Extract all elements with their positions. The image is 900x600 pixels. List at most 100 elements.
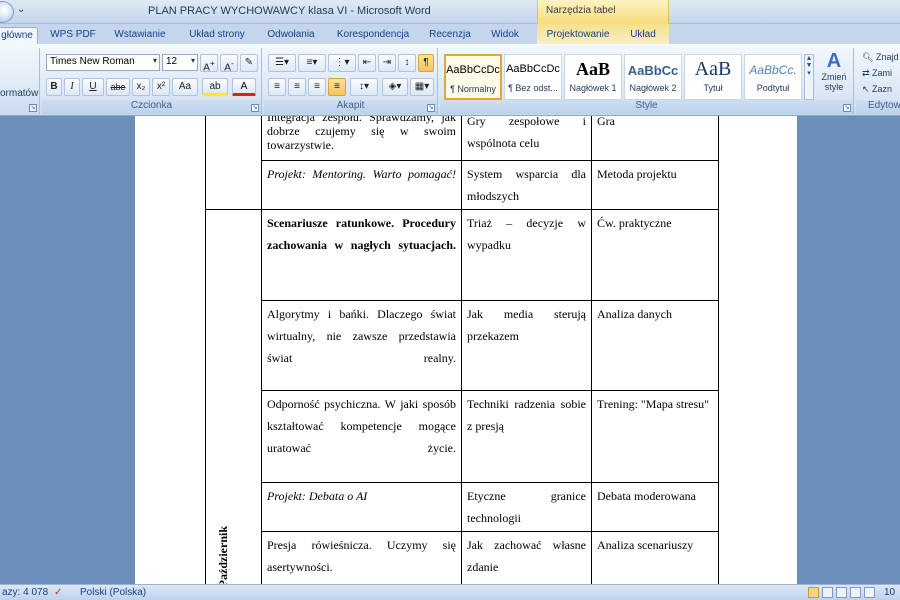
- strikethrough-button[interactable]: abe: [106, 78, 130, 96]
- table-row[interactable]: Integracja zespołu. Sprawdzamy, jak dobr…: [205, 116, 719, 210]
- web-layout-view-icon[interactable]: [836, 587, 847, 598]
- clear-format-icon[interactable]: ✎: [240, 54, 258, 72]
- table-cell[interactable]: Analiza danych: [591, 300, 719, 391]
- table-cell[interactable]: Analiza scenariuszy: [591, 531, 719, 584]
- borders-icon[interactable]: ▦▾: [410, 78, 434, 96]
- grow-font-button[interactable]: A+: [200, 54, 218, 73]
- table-cell[interactable]: Projekt: Debata o AI: [261, 482, 462, 532]
- word-count[interactable]: azy: 4 078: [2, 587, 48, 598]
- paragraph-launcher-icon[interactable]: ↘: [427, 104, 435, 112]
- change-case-button[interactable]: Aa: [172, 78, 198, 96]
- table-cell[interactable]: Presja rówieśnicza. Uczymy się asertywno…: [261, 531, 462, 584]
- shading-icon[interactable]: ◈▾: [382, 78, 408, 96]
- table-row[interactable]: Odporność psychiczna. W jaki sposób kszt…: [206, 390, 719, 483]
- style-no-spacing[interactable]: AaBbCcDc ¶ Bez odst...: [504, 54, 562, 100]
- table-cell[interactable]: Gry zespołowe i wspólnota celu: [461, 116, 592, 161]
- table-row[interactable]: Algorytmy i bańki. Dlaczego świat wirtua…: [206, 300, 719, 391]
- tab-review[interactable]: Recenzja: [424, 27, 476, 44]
- table-row[interactable]: Projekt: Debata o AI Etyczne granice tec…: [206, 482, 719, 532]
- table-cell[interactable]: Algorytmy i bańki. Dlaczego świat wirtua…: [261, 300, 462, 391]
- bold-button[interactable]: B: [46, 78, 62, 96]
- table-cell[interactable]: Gra: [591, 116, 719, 161]
- table-cell[interactable]: Jak zachować własne zdanie: [461, 531, 592, 584]
- table-row[interactable]: Październik Scenariusze ratunkowe. Proce…: [205, 209, 719, 584]
- replace-button[interactable]: ⇄ Zami: [862, 68, 892, 79]
- style-subtitle[interactable]: AaBbCc. Podtytuł: [744, 54, 802, 100]
- table-cell[interactable]: Techniki radzenia sobie z presją: [461, 390, 592, 483]
- tab-home[interactable]: główne: [0, 27, 38, 44]
- table-cell[interactable]: Jak media sterują przekazem: [461, 300, 592, 391]
- table-cell[interactable]: Triaż – decyzje w wypadku: [461, 209, 592, 301]
- align-center-icon[interactable]: ≡: [288, 78, 306, 96]
- plan-table[interactable]: Integracja zespołu. Sprawdzamy, jak dobr…: [205, 116, 719, 584]
- table-cell[interactable]: Debata moderowana: [591, 482, 719, 532]
- sort-icon[interactable]: ↕: [398, 54, 416, 72]
- outline-view-icon[interactable]: [850, 587, 861, 598]
- tab-wps-pdf[interactable]: WPS PDF: [46, 27, 100, 44]
- font-size-combo[interactable]: 12 ▾: [162, 54, 198, 71]
- proofing-icon[interactable]: ✓: [54, 587, 62, 598]
- select-button[interactable]: ↖ Zazn: [862, 84, 892, 95]
- align-right-icon[interactable]: ≡: [308, 78, 326, 96]
- table-cell[interactable]: Metoda projektu: [591, 160, 719, 210]
- numbering-icon[interactable]: ≡▾: [298, 54, 326, 72]
- underline-button[interactable]: U: [82, 78, 104, 96]
- draft-view-icon[interactable]: [864, 587, 875, 598]
- table-cell[interactable]: Trening: "Mapa stresu": [591, 390, 719, 483]
- table-cell[interactable]: [205, 116, 262, 210]
- month-cell[interactable]: Październik: [205, 209, 262, 584]
- styles-scroll[interactable]: ▲ ▼ ▾: [804, 54, 814, 100]
- tab-references[interactable]: Odwołania: [262, 27, 320, 44]
- document-page[interactable]: Integracja zespołu. Sprawdzamy, jak dobr…: [135, 116, 797, 584]
- document-area[interactable]: Integracja zespołu. Sprawdzamy, jak dobr…: [0, 116, 900, 584]
- justify-icon[interactable]: ≡: [328, 78, 346, 96]
- clipboard-launcher-icon[interactable]: ↘: [29, 104, 37, 112]
- language-indicator[interactable]: Polski (Polska): [80, 587, 146, 598]
- quick-access-dropdown-icon[interactable]: ⌄: [17, 4, 25, 15]
- increase-indent-icon[interactable]: ⇥: [378, 54, 396, 72]
- style-heading-2[interactable]: AaBbCc Nagłówek 2: [624, 54, 682, 100]
- change-styles-button[interactable]: A Zmień style: [816, 50, 852, 100]
- decrease-indent-icon[interactable]: ⇤: [358, 54, 376, 72]
- italic-button[interactable]: I: [64, 78, 80, 96]
- line-spacing-icon[interactable]: ↕▾: [350, 78, 378, 96]
- office-button[interactable]: [0, 1, 14, 23]
- style-normal[interactable]: AaBbCcDc ¶ Normalny: [444, 54, 502, 100]
- topic-text: Projekt: Mentoring. Warto pomagać!: [267, 167, 456, 181]
- style-heading-1[interactable]: AaB Nagłówek 1: [564, 54, 622, 100]
- multilevel-list-icon[interactable]: ⋮▾: [328, 54, 356, 72]
- font-color-icon[interactable]: A: [232, 78, 256, 96]
- table-cell[interactable]: System wsparcia dla młodszych: [461, 160, 592, 210]
- format-painter-label[interactable]: ormatów: [0, 88, 38, 99]
- tab-page-layout[interactable]: Układ strony: [180, 27, 254, 44]
- table-row[interactable]: Projekt: Mentoring. Warto pomagać! Syste…: [206, 160, 719, 210]
- table-row[interactable]: Presja rówieśnicza. Uczymy się asertywno…: [206, 531, 719, 584]
- table-cell[interactable]: Integracja zespołu. Sprawdzamy, jak dobr…: [261, 116, 462, 161]
- highlight-color-icon[interactable]: ab: [202, 78, 228, 96]
- tab-insert[interactable]: Wstawianie: [108, 27, 172, 44]
- style-title[interactable]: AaB Tytuł: [684, 54, 742, 100]
- tab-design[interactable]: Projektowanie: [542, 27, 614, 44]
- tab-mailings[interactable]: Korespondencja: [330, 27, 416, 44]
- skill-text: Jak zachować własne zdanie: [467, 538, 586, 574]
- table-cell[interactable]: Ćw. praktyczne: [591, 209, 719, 301]
- font-launcher-icon[interactable]: ↘: [251, 104, 259, 112]
- tab-layout[interactable]: Układ: [626, 27, 660, 44]
- align-left-icon[interactable]: ≡: [268, 78, 286, 96]
- shrink-font-button[interactable]: A-: [220, 54, 238, 73]
- bullets-icon[interactable]: ☰▾: [268, 54, 296, 72]
- table-cell[interactable]: Scenariusze ratunkowe. Procedury zachowa…: [261, 209, 462, 301]
- table-cell[interactable]: Odporność psychiczna. W jaki sposób kszt…: [261, 390, 462, 483]
- full-screen-view-icon[interactable]: [822, 587, 833, 598]
- table-cell[interactable]: Projekt: Mentoring. Warto pomagać!: [261, 160, 462, 210]
- styles-launcher-icon[interactable]: ↘: [843, 104, 851, 112]
- superscript-button[interactable]: x²: [152, 78, 170, 96]
- font-name-combo[interactable]: Times New Roman ▾: [46, 54, 160, 71]
- find-button[interactable]: 🔍︎ Znajd: [862, 52, 898, 63]
- subscript-button[interactable]: x₂: [132, 78, 150, 96]
- table-cell[interactable]: Etyczne granice technologii: [461, 482, 592, 532]
- print-layout-view-icon[interactable]: [808, 587, 819, 598]
- show-marks-icon[interactable]: ¶: [418, 54, 434, 72]
- zoom-level[interactable]: 10: [884, 587, 895, 598]
- tab-view[interactable]: Widok: [484, 27, 526, 44]
